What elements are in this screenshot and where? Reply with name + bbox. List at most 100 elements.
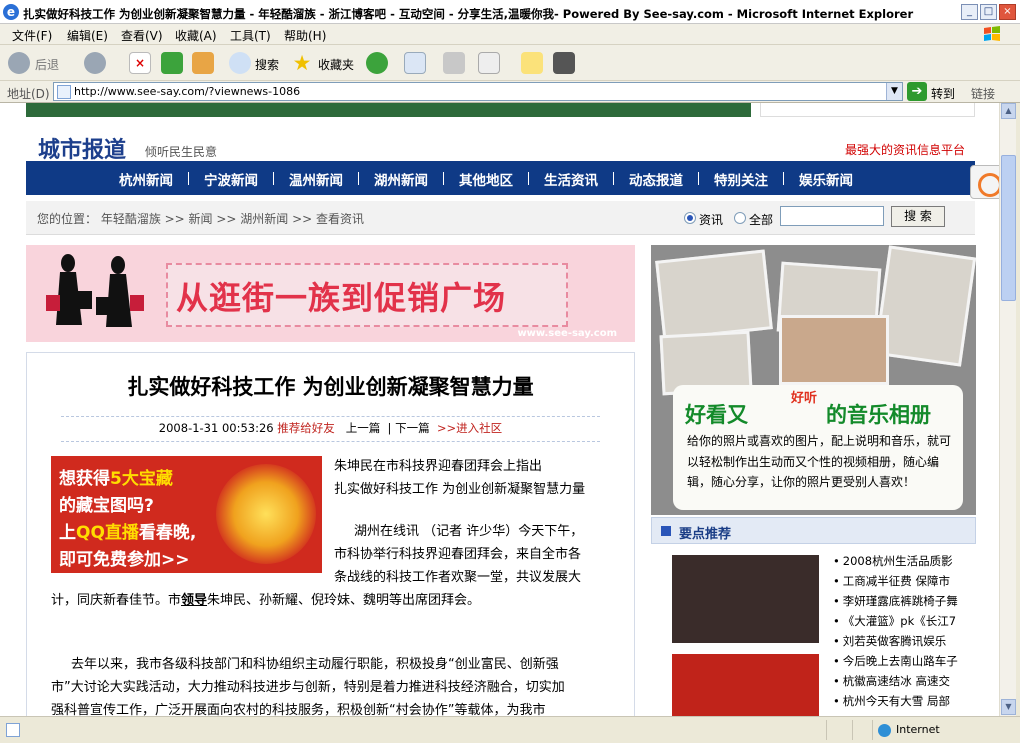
ad-headline-b: 的音乐相册 — [826, 403, 931, 427]
article-meta: 2008-1-31 00:53:26 推荐给好友 上一篇 | 下一篇 >>进入社… — [158, 421, 503, 435]
menu-tools[interactable]: 工具(T) — [230, 27, 271, 44]
nav-entertainment[interactable]: 娱乐新闻 — [799, 169, 853, 189]
vertical-scrollbar[interactable]: ▲ ▼ — [999, 103, 1016, 716]
mail-icon[interactable] — [404, 52, 426, 74]
menu-edit[interactable]: 编辑(E) — [67, 27, 108, 44]
refresh-icon[interactable] — [161, 52, 183, 74]
list-item[interactable]: 刘若英做客腾讯娱乐 — [833, 633, 978, 653]
nav-separator — [613, 172, 614, 185]
address-url[interactable]: http://www.see-say.com/?viewnews-1086 — [74, 85, 300, 98]
maximize-button[interactable]: □ — [980, 4, 997, 20]
article-panel: 扎实做好科技工作 为创业创新凝聚智慧力量 2008-1-31 00:53:26 … — [26, 352, 635, 716]
menu-view[interactable]: 查看(V) — [121, 27, 163, 44]
favorites-label[interactable]: 收藏夹 — [318, 56, 354, 73]
security-zone: Internet — [896, 723, 940, 736]
ad-description: 给你的照片或喜欢的图片，配上说明和音乐，就可以轻松制作出生动而又个性的视频相册，… — [687, 434, 952, 489]
site-search-button[interactable]: 搜 索 — [891, 206, 945, 227]
scroll-up-icon[interactable]: ▲ — [1001, 103, 1016, 119]
search-radio-news-label: 资讯 — [699, 213, 724, 227]
go-button[interactable]: 转到 — [931, 85, 955, 102]
links-button[interactable]: 链接 — [971, 85, 995, 102]
leader-link[interactable]: 领导 — [181, 593, 207, 608]
recommend-link[interactable]: 推荐给好友 — [277, 421, 335, 435]
paragraph-line: 强科普宣传工作，广泛开展面向农村的科技服务，积极创新“村会协作”等载体，为我市 — [51, 703, 546, 716]
recommend-thumbnail[interactable] — [672, 654, 819, 716]
list-item[interactable]: 《大灌篮》pk《长江7 — [833, 613, 978, 633]
community-link[interactable]: >>进入社区 — [437, 421, 502, 435]
nav-life[interactable]: 生活资讯 — [544, 169, 598, 189]
nav-other[interactable]: 其他地区 — [459, 169, 513, 189]
nav-separator — [443, 172, 444, 185]
back-label[interactable]: 后退 — [35, 56, 59, 73]
recommend-bullet-icon — [661, 526, 671, 536]
home-icon[interactable] — [192, 52, 214, 74]
next-link[interactable]: 下一篇 — [395, 421, 430, 435]
promo-line-4: 即可免费参加>> — [59, 550, 190, 570]
ad-headline-highlight: 好听 — [791, 391, 818, 406]
promo-banner[interactable]: 从逛街一族到促销广场 www.see-say.com — [26, 245, 635, 342]
edit-icon[interactable] — [478, 52, 500, 74]
paragraph-text: 计，同庆新春佳节。市 — [51, 593, 182, 608]
nav-wenzhou[interactable]: 温州新闻 — [289, 169, 343, 189]
address-bar: 地址(D) http://www.see-say.com/?viewnews-1… — [0, 81, 1020, 103]
status-separator — [826, 720, 827, 740]
nav-ningbo[interactable]: 宁波新闻 — [204, 169, 258, 189]
scroll-down-icon[interactable]: ▼ — [1001, 699, 1016, 715]
music-album-ad[interactable]: 好看又 好听 的音乐相册 给你的照片或喜欢的图片，配上说明和音乐，就可以轻松制作… — [651, 245, 976, 515]
address-dropdown-icon[interactable]: ▼ — [886, 83, 902, 100]
site-brand[interactable]: 城市报道 — [38, 132, 126, 164]
print-icon[interactable] — [443, 52, 465, 74]
list-item[interactable]: 杭徽高速结冰 高速交 — [833, 673, 978, 693]
paragraph-line: 湖州在线讯 （记者 许少华）今天下午， — [354, 524, 584, 539]
site-search-input[interactable] — [780, 206, 884, 226]
nav-separator — [188, 172, 189, 185]
stop-icon[interactable]: × — [129, 52, 151, 74]
list-item[interactable]: 李妍瑾露底裤跳椅子舞 — [833, 593, 978, 613]
window-title-bar: e 扎实做好科技工作 为创业创新凝聚智慧力量 - 年轻酷溜族 - 浙江博客吧 -… — [0, 0, 1020, 24]
menu-favorites[interactable]: 收藏(A) — [175, 27, 217, 44]
search-radio-news[interactable] — [684, 212, 696, 224]
nav-huzhou[interactable]: 湖州新闻 — [374, 169, 428, 189]
list-item[interactable]: 2008杭州生活品质影 — [833, 553, 978, 573]
list-item[interactable]: 杭州今天有大雪 局部 — [833, 693, 978, 713]
recommend-thumbnail[interactable] — [672, 555, 819, 643]
nav-hangzhou[interactable]: 杭州新闻 — [119, 169, 173, 189]
nav-dynamic[interactable]: 动态报道 — [629, 169, 683, 189]
status-separator — [852, 720, 853, 740]
favorites-star-icon[interactable]: ★ — [291, 52, 313, 74]
back-arrow-icon[interactable] — [8, 52, 30, 74]
menu-file[interactable]: 文件(F) — [12, 27, 52, 44]
page-viewport: 城市报道 倾听民生民意 最强大的资讯信息平台 杭州新闻 宁波新闻 温州新闻 湖州… — [0, 103, 999, 716]
qq-promo-ad[interactable]: 想获得5大宝藏 的藏宝图吗? 上QQ直播看春晚, 即可免费参加>> — [51, 456, 322, 573]
menu-help[interactable]: 帮助(H) — [284, 27, 326, 44]
close-button[interactable]: × — [999, 4, 1016, 20]
scroll-thumb[interactable] — [1001, 155, 1016, 301]
search-label[interactable]: 搜索 — [255, 56, 279, 73]
nav-special[interactable]: 特别关注 — [714, 169, 768, 189]
messenger-icon[interactable] — [553, 52, 575, 74]
list-item[interactable]: 工商减半征费 保障市 — [833, 573, 978, 593]
note-icon[interactable] — [521, 52, 543, 74]
top-banner-strip — [26, 103, 751, 117]
history-icon[interactable] — [366, 52, 388, 74]
prev-link[interactable]: 上一篇 — [346, 421, 381, 435]
search-radio-all-label: 全部 — [749, 213, 774, 227]
minimize-button[interactable]: _ — [961, 4, 978, 20]
forward-arrow-icon[interactable] — [84, 52, 106, 74]
search-radio-all[interactable] — [734, 212, 746, 224]
floating-music-icon[interactable] — [970, 165, 999, 199]
address-label: 地址(D) — [7, 87, 50, 101]
breadcrumb[interactable]: 您的位置： 年轻酷溜族 >> 新闻 >> 湖州新闻 >> 查看资讯 — [37, 210, 364, 227]
address-input[interactable]: http://www.see-say.com/?viewnews-1086 ▼ — [53, 82, 903, 101]
list-item[interactable]: 今后晚上去南山路车子 — [833, 653, 978, 673]
promo-highlight: QQ直播 — [76, 523, 139, 543]
nav-separator — [358, 172, 359, 185]
go-arrow-icon[interactable]: ➔ — [907, 82, 927, 101]
summary-line-1: 朱坤民在市科技界迎春团拜会上指出 — [334, 459, 543, 474]
search-icon[interactable] — [229, 52, 251, 74]
top-right-box — [760, 103, 975, 117]
paragraph-text: 朱坤民、孙新耀、倪玲妹、魏明等出席团拜会。 — [207, 593, 481, 608]
paragraph-line: 市科协举行科技界迎春团拜会，来自全市各 — [334, 547, 582, 562]
recommend-header: 要点推荐 — [651, 517, 976, 544]
recommend-title: 要点推荐 — [679, 527, 732, 542]
